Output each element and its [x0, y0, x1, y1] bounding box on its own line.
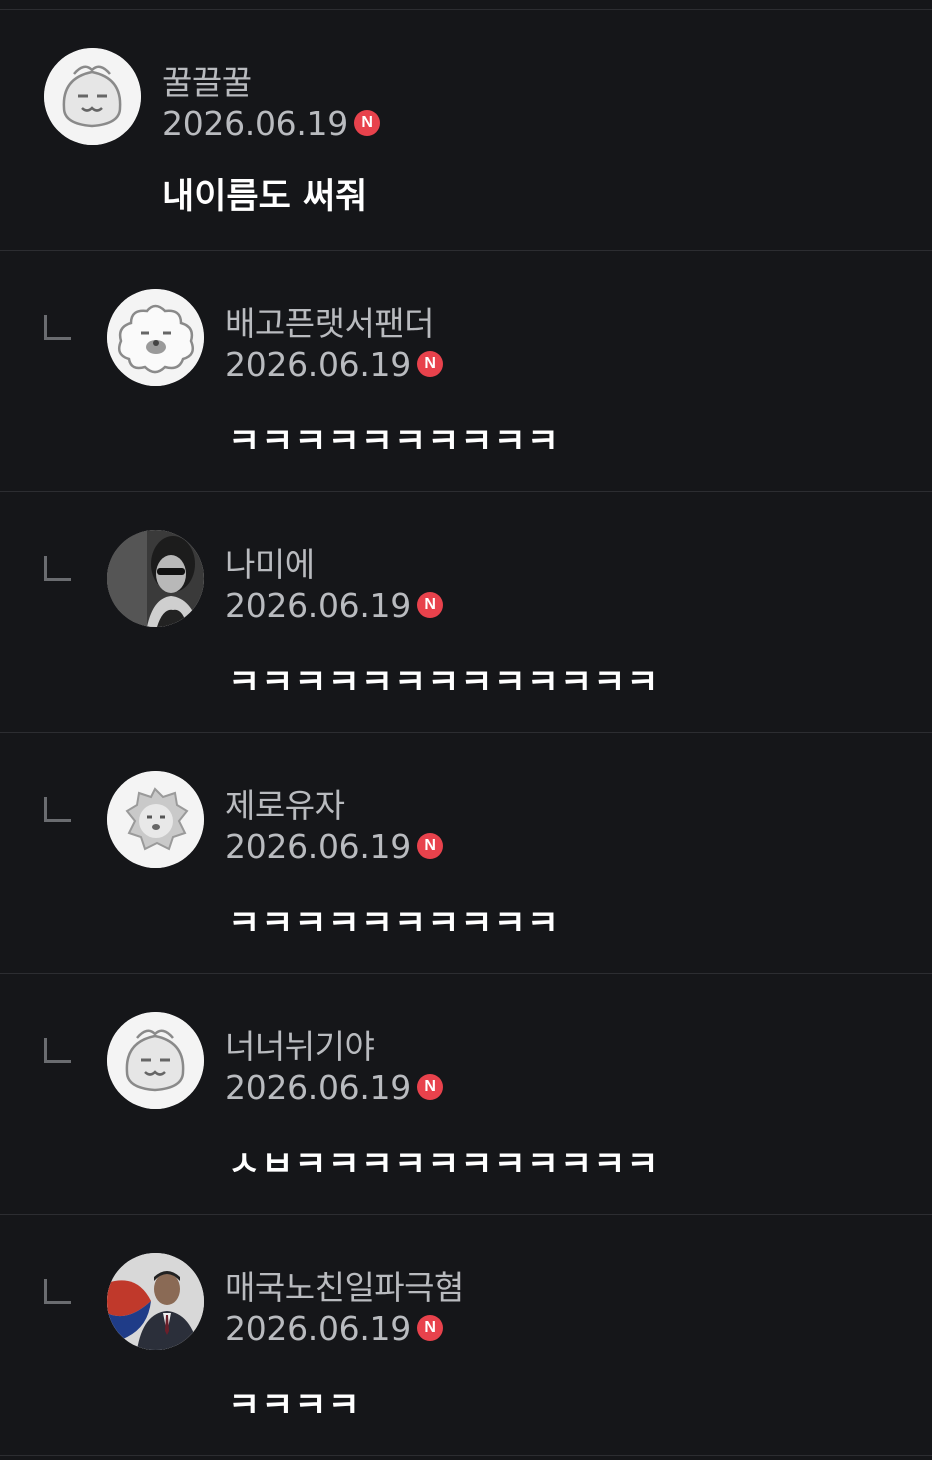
reply-indicator-icon	[44, 315, 71, 340]
comment-text: ㅋㅋㅋㅋㅋㅋㅋㅋㅋㅋㅋㅋㅋ	[228, 663, 660, 703]
comment-text: ㅋㅋㅋㅋㅋㅋㅋㅋㅋㅋ	[228, 904, 561, 944]
comment-item: 꿀끌꿀 2026.06.19 N 내이름도 써줘	[0, 9, 932, 251]
grumpy-plant-avatar[interactable]	[107, 1012, 204, 1109]
comment-date-text: 2026.06.19	[162, 104, 348, 143]
comment-date: 2026.06.19 N	[225, 827, 443, 866]
fluffy-sheep-avatar[interactable]	[107, 289, 204, 386]
comment-date-text: 2026.06.19	[225, 345, 411, 384]
reply-item: 너너뉘기야 2026.06.19 N ㅅㅂㅋㅋㅋㅋㅋㅋㅋㅋㅋㅋㅋ	[0, 973, 932, 1215]
grumpy-plant-avatar[interactable]	[44, 48, 141, 145]
comment-date: 2026.06.19 N	[225, 1309, 443, 1348]
comment-date-text: 2026.06.19	[225, 586, 411, 625]
comment-nickname[interactable]: 너너뉘기야	[225, 1020, 375, 1068]
comment-nickname[interactable]: 나미에	[225, 538, 315, 586]
comment-nickname[interactable]: 꿀끌꿀	[162, 56, 252, 104]
reply-item: 나미에 2026.06.19 N ㅋㅋㅋㅋㅋㅋㅋㅋㅋㅋㅋㅋㅋ	[0, 491, 932, 733]
comment-date-text: 2026.06.19	[225, 1309, 411, 1348]
new-badge-icon: N	[416, 1073, 443, 1100]
reply-indicator-icon	[44, 1279, 71, 1304]
comment-date: 2026.06.19 N	[162, 104, 380, 143]
comment-date: 2026.06.19 N	[225, 1068, 443, 1107]
photo-man-flag-avatar[interactable]	[107, 1253, 204, 1350]
reply-indicator-icon	[44, 1038, 71, 1063]
comment-text: ㅋㅋㅋㅋㅋㅋㅋㅋㅋㅋ	[228, 422, 561, 462]
comment-nickname[interactable]: 제로유자	[225, 779, 345, 827]
reply-item: 배고픈랫서팬더 2026.06.19 N ㅋㅋㅋㅋㅋㅋㅋㅋㅋㅋ	[0, 250, 932, 492]
comment-date-text: 2026.06.19	[225, 1068, 411, 1107]
comment-date: 2026.06.19 N	[225, 345, 443, 384]
new-badge-icon: N	[416, 1314, 443, 1341]
comment-nickname[interactable]: 매국노친일파극혐	[225, 1261, 464, 1309]
comment-date: 2026.06.19 N	[225, 586, 443, 625]
comment-text: ㅅㅂㅋㅋㅋㅋㅋㅋㅋㅋㅋㅋㅋ	[228, 1145, 660, 1185]
photo-woman-sunglasses-avatar[interactable]	[107, 530, 204, 627]
new-badge-icon: N	[416, 350, 443, 377]
comment-nickname[interactable]: 배고픈랫서팬더	[225, 297, 435, 345]
reply-indicator-icon	[44, 556, 71, 581]
reply-item: 매국노친일파극혐 2026.06.19 N ㅋㅋㅋㅋ	[0, 1214, 932, 1456]
new-badge-icon: N	[416, 832, 443, 859]
reply-item: 제로유자 2026.06.19 N ㅋㅋㅋㅋㅋㅋㅋㅋㅋㅋ	[0, 732, 932, 974]
new-badge-icon: N	[416, 591, 443, 618]
comment-text: 내이름도 써줘	[162, 177, 368, 217]
comment-date-text: 2026.06.19	[225, 827, 411, 866]
reply-indicator-icon	[44, 797, 71, 822]
new-badge-icon: N	[353, 109, 380, 136]
comment-text: ㅋㅋㅋㅋ	[228, 1386, 361, 1426]
lion-face-avatar[interactable]	[107, 771, 204, 868]
